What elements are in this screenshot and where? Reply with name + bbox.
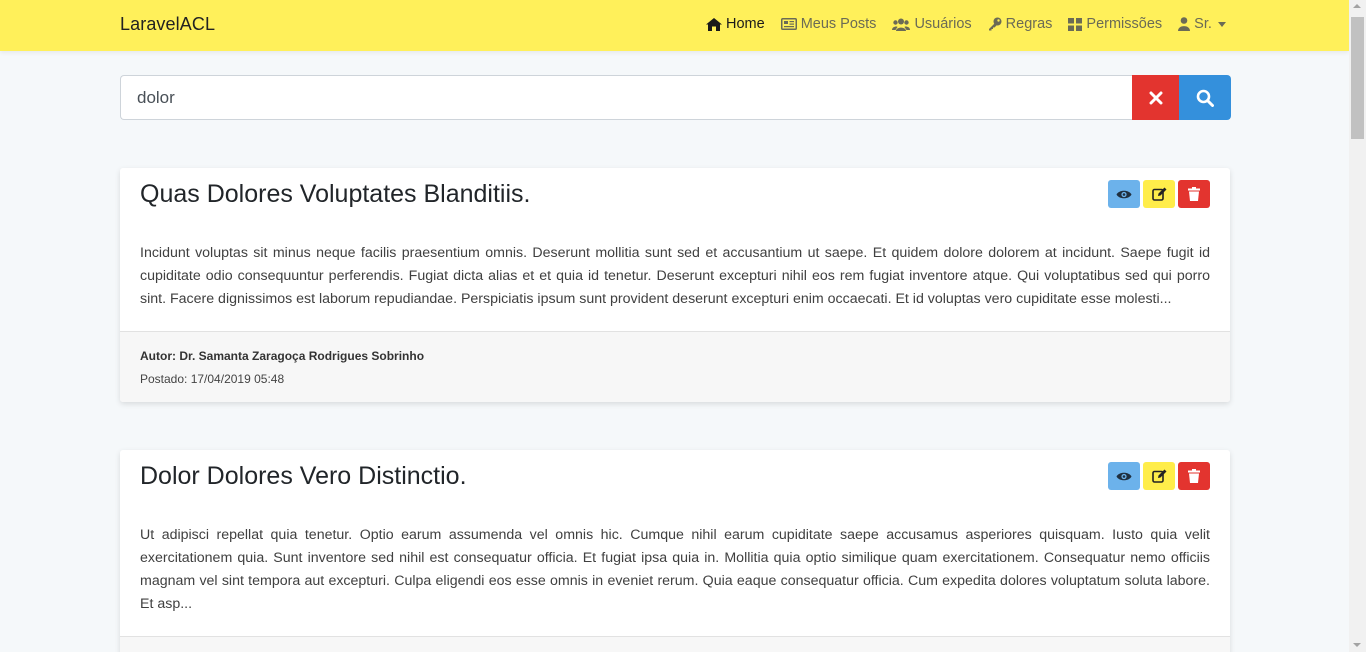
post-author: Autor: Dr. Samanta Zaragoça Rodrigues So… — [140, 349, 425, 363]
search-button[interactable] — [1179, 75, 1231, 120]
nav-item-label: Meus Posts — [800, 16, 877, 32]
trash-icon — [1188, 469, 1200, 483]
eye-icon — [1116, 472, 1132, 480]
search-input[interactable] — [120, 75, 1132, 120]
nav-item-meus-posts[interactable]: Meus Posts — [780, 16, 877, 32]
post-footer: Autor: Dr. Samanta Zaragoça Rodrigues So… — [120, 331, 1230, 402]
edit-icon — [1151, 469, 1166, 483]
post-date: Postado: 17/04/2019 05:48 — [140, 372, 285, 386]
post-title: Dolor Dolores Vero Distinctio. — [140, 462, 467, 490]
scrollbar-thumb[interactable] — [1351, 17, 1364, 139]
nav-item-label: Permissões — [1086, 16, 1163, 32]
post-footer — [120, 636, 1230, 652]
scroll-down-arrow-icon[interactable] — [1353, 643, 1361, 647]
view-post-button[interactable] — [1108, 180, 1140, 208]
delete-post-button[interactable] — [1178, 180, 1210, 208]
users-icon — [892, 18, 911, 31]
user-dropdown[interactable]: Sr. — [1178, 16, 1226, 32]
post-card: Dolor Dolores Vero Distinctio. Ut adipis… — [120, 450, 1230, 652]
post-card: Quas Dolores Voluptates Blanditiis. Inci… — [120, 168, 1230, 402]
post-title: Quas Dolores Voluptates Blanditiis. — [140, 180, 531, 208]
view-post-button[interactable] — [1108, 462, 1140, 490]
eye-icon — [1116, 190, 1132, 198]
scroll-up-arrow-icon[interactable] — [1353, 4, 1361, 8]
newspaper-icon — [780, 18, 797, 30]
edit-post-button[interactable] — [1143, 180, 1175, 208]
edit-post-button[interactable] — [1143, 462, 1175, 490]
post-actions — [1105, 180, 1210, 208]
nav-item-label: Sr. — [1194, 16, 1212, 32]
nav-menu: Home Meus Posts Usuários Regras Permissõ… — [706, 14, 1242, 34]
edit-icon — [1151, 187, 1166, 201]
search-icon — [1196, 89, 1214, 107]
nav-item-label: Usuários — [914, 16, 972, 32]
nav-item-usuarios[interactable]: Usuários — [892, 16, 972, 32]
brand-logo[interactable]: LaravelACL — [120, 14, 215, 35]
key-icon — [988, 17, 1002, 31]
nav-item-permissoes[interactable]: Permissões — [1068, 16, 1162, 32]
nav-item-label: Home — [726, 16, 765, 32]
post-excerpt: Ut adipisci repellat quia tenetur. Optio… — [140, 527, 1210, 612]
user-icon — [1178, 17, 1191, 31]
close-icon — [1149, 91, 1162, 104]
nav-item-label: Regras — [1005, 16, 1053, 32]
search-bar — [120, 75, 1231, 120]
page-scrollbar[interactable] — [1349, 0, 1366, 652]
nav-item-home[interactable]: Home — [706, 16, 765, 32]
nav-item-regras[interactable]: Regras — [988, 16, 1053, 32]
chevron-down-icon — [1217, 22, 1226, 27]
post-actions — [1105, 462, 1210, 490]
post-excerpt: Incidunt voluptas sit minus neque facili… — [140, 245, 1210, 307]
clear-search-button[interactable] — [1132, 75, 1179, 120]
home-icon — [706, 17, 722, 31]
grid-icon — [1068, 17, 1083, 31]
delete-post-button[interactable] — [1178, 462, 1210, 490]
trash-icon — [1188, 187, 1200, 201]
navbar: LaravelACL Home Meus Posts Usuários Regr… — [0, 0, 1349, 51]
